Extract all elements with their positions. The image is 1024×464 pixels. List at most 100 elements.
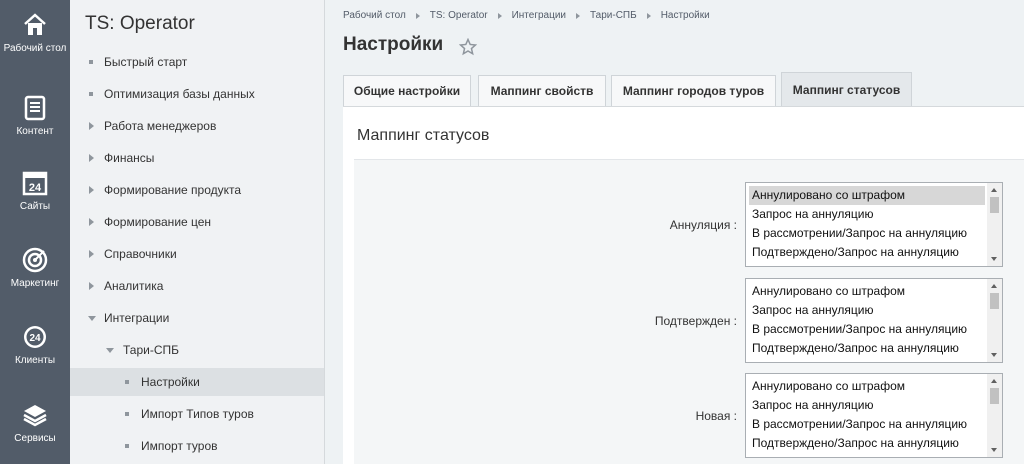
chevron-right-icon: [646, 12, 651, 19]
rail-item-services[interactable]: Сервисы: [0, 402, 70, 444]
tab-property-mapping[interactable]: Маппинг свойств: [478, 75, 606, 106]
tab-general-settings[interactable]: Общие настройки: [343, 75, 471, 106]
breadcrumb-item[interactable]: Тари-СПБ: [590, 10, 637, 21]
svg-text:24: 24: [29, 182, 42, 194]
menu-item-integrations[interactable]: Интеграции: [70, 304, 324, 332]
chevron-right-icon: [89, 218, 94, 226]
listbox-option[interactable]: В рассмотрении/Запрос на аннуляцию: [749, 415, 985, 434]
listbox-scrollbar[interactable]: [987, 279, 1002, 362]
rail-label: Сайты: [19, 201, 51, 212]
menu-item-label: Оптимизация базы данных: [104, 87, 255, 101]
mapping-form: Аннуляция : Аннулировано со штрафом Запр…: [354, 159, 1024, 464]
scroll-down-icon[interactable]: [991, 257, 997, 261]
breadcrumb-item[interactable]: Интеграции: [512, 10, 566, 21]
menu-item-label: Формирование цен: [104, 215, 212, 229]
listbox-scrollbar[interactable]: [987, 374, 1002, 457]
listbox-option[interactable]: Аннулировано со штрафом: [749, 282, 985, 301]
field-label-confirmed: Подтвержден :: [654, 314, 737, 328]
bullet-icon: [89, 60, 93, 64]
breadcrumb-item[interactable]: Настройки: [661, 10, 710, 21]
scroll-up-icon[interactable]: [991, 379, 997, 383]
breadcrumb: Рабочий стол TS: Operator Интеграции Тари-С…: [343, 10, 710, 21]
listbox-option[interactable]: Подтверждено/Запрос на аннуляцию: [749, 339, 985, 358]
listbox-option[interactable]: Аннулировано со штрафом: [749, 186, 985, 205]
menu-item-label: Импорт Типов туров: [141, 407, 254, 421]
confirmed-listbox[interactable]: Аннулировано со штрафом Запрос на аннуля…: [745, 278, 1003, 363]
menu-item-analytics[interactable]: Аналитика: [70, 272, 324, 300]
menu-item-managers[interactable]: Работа менеджеров: [70, 112, 324, 140]
svg-text:24: 24: [29, 333, 41, 344]
section-menu: TS: Operator Быстрый старт Оптимизация б…: [70, 0, 325, 464]
scroll-up-icon[interactable]: [991, 188, 997, 192]
menu-item-label: Справочники: [104, 247, 177, 261]
listbox-option[interactable]: Подтверждено/Запрос на аннуляцию: [749, 243, 985, 262]
bullet-icon: [125, 412, 129, 416]
rail-item-marketing[interactable]: Маркетинг: [0, 247, 70, 289]
field-label-annulation: Аннуляция :: [669, 218, 737, 232]
bullet-icon: [89, 92, 93, 96]
tab-city-mapping[interactable]: Маппинг городов туров: [611, 75, 776, 106]
chevron-right-icon: [415, 12, 420, 19]
star-icon[interactable]: [459, 38, 477, 56]
rail-label: Клиенты: [14, 355, 56, 366]
listbox-option[interactable]: В рассмотрении/Запрос на аннуляцию: [749, 320, 985, 339]
scroll-up-icon[interactable]: [991, 284, 997, 288]
rail-item-sites[interactable]: 24 Сайты: [0, 170, 70, 212]
menu-item-label: Формирование продукта: [104, 183, 242, 197]
rail-item-desktop[interactable]: Рабочий стол: [0, 12, 70, 54]
menu-item-label: Финансы: [104, 151, 155, 165]
menu-item-import-tour-types[interactable]: Импорт Типов туров: [70, 400, 324, 428]
bullet-icon: [125, 380, 129, 384]
menu-item-label: Работа менеджеров: [104, 119, 217, 133]
listbox-option[interactable]: Подтверждено/Запрос на аннуляцию: [749, 434, 985, 453]
document-icon: [24, 95, 46, 121]
chevron-right-icon: [497, 12, 502, 19]
menu-item-directories[interactable]: Справочники: [70, 240, 324, 268]
annulation-listbox[interactable]: Аннулировано со штрафом Запрос на аннуля…: [745, 182, 1003, 267]
breadcrumb-item[interactable]: TS: Operator: [430, 10, 488, 21]
menu-item-prices[interactable]: Формирование цен: [70, 208, 324, 236]
listbox-option[interactable]: Запрос на аннуляцию: [749, 205, 985, 224]
rail-label: Сервисы: [14, 433, 56, 444]
menu-item-label: Тари-СПБ: [123, 343, 180, 357]
menu-item-label: Интеграции: [104, 311, 170, 325]
listbox-option[interactable]: Аннулировано со штрафом: [749, 377, 985, 396]
scroll-thumb[interactable]: [990, 197, 999, 213]
rail-item-content[interactable]: Контент: [0, 95, 70, 137]
scroll-down-icon[interactable]: [991, 353, 997, 357]
chevron-right-icon: [89, 154, 94, 162]
listbox-option[interactable]: Запрос на аннуляцию: [749, 396, 985, 415]
rail-label: Маркетинг: [10, 278, 60, 289]
menu-item-settings[interactable]: Настройки: [70, 368, 324, 396]
chevron-down-icon: [106, 348, 114, 353]
menu-item-finance[interactable]: Финансы: [70, 144, 324, 172]
scroll-down-icon[interactable]: [991, 448, 997, 452]
menu-title: TS: Operator: [85, 13, 195, 34]
menu-item-db-optimization[interactable]: Оптимизация базы данных: [70, 80, 324, 108]
listbox-scrollbar[interactable]: [987, 183, 1002, 266]
chevron-right-icon: [89, 250, 94, 258]
calendar-24-icon: 24: [22, 171, 48, 196]
menu-item-quick-start[interactable]: Быстрый старт: [70, 48, 324, 76]
field-label-new: Новая :: [695, 409, 737, 423]
clock-24-icon: 24: [24, 326, 46, 348]
tab-status-mapping[interactable]: Маппинг статусов: [781, 72, 912, 106]
menu-item-label: Импорт туров: [141, 439, 218, 453]
panel-title: Маппинг статусов: [357, 127, 490, 144]
breadcrumb-item[interactable]: Рабочий стол: [343, 10, 406, 21]
menu-item-import-tours[interactable]: Импорт туров: [70, 432, 324, 460]
listbox-option[interactable]: Запрос на аннуляцию: [749, 301, 985, 320]
scroll-thumb[interactable]: [990, 293, 999, 309]
rail-item-clients[interactable]: 24 Клиенты: [0, 324, 70, 366]
bullet-icon: [125, 444, 129, 448]
listbox-option[interactable]: В рассмотрении/Запрос на аннуляцию: [749, 224, 985, 243]
chevron-right-icon: [89, 122, 94, 130]
chevron-down-icon: [88, 316, 96, 321]
menu-item-tari-spb[interactable]: Тари-СПБ: [70, 336, 324, 364]
new-listbox[interactable]: Аннулировано со штрафом Запрос на аннуля…: [745, 373, 1003, 458]
scroll-thumb[interactable]: [990, 388, 999, 404]
home-icon: [24, 13, 46, 35]
menu-item-product[interactable]: Формирование продукта: [70, 176, 324, 204]
left-icon-rail: Рабочий стол Контент 24 Сайты Маркетинг: [0, 0, 70, 464]
target-icon: [22, 247, 48, 273]
